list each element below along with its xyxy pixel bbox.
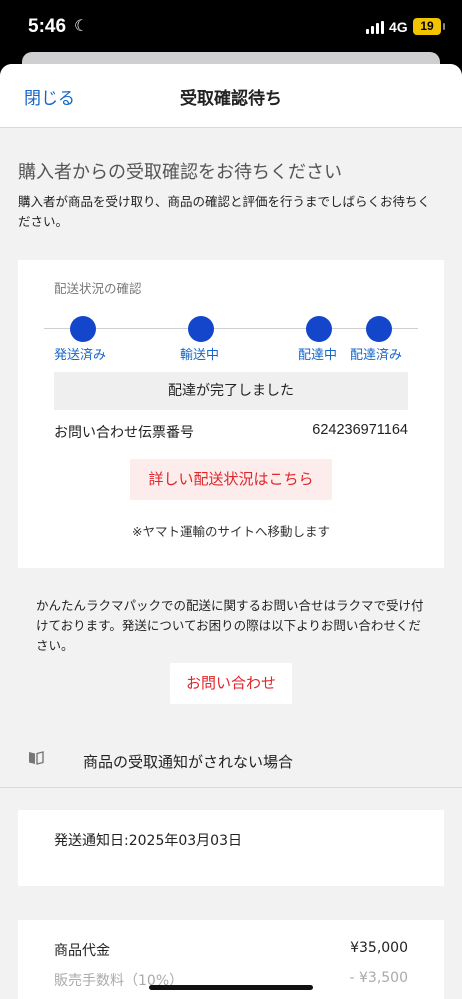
nav-bar: 閉じる 受取確認待ち [0, 64, 462, 128]
moon-icon: ☾ [74, 16, 89, 35]
contact-button[interactable]: お問い合わせ [170, 663, 292, 704]
step-dot-delivered [366, 316, 392, 342]
yamato-note: ※ヤマト運輸のサイトへ移動します [132, 524, 330, 539]
delivery-status-message: 配達が完了しました [54, 372, 408, 410]
page-title: 受取確認待ち [180, 89, 282, 109]
progress-line [44, 328, 418, 329]
status-bar: 5:46 ☾ 4G 19 [0, 0, 462, 58]
receipt-notice-label: 商品の受取通知がされない場合 [83, 753, 294, 771]
home-indicator[interactable] [149, 985, 313, 990]
fee-value: - ¥3,500 [349, 970, 409, 986]
step-label-shipped: 発送済み [54, 348, 107, 363]
battery-icon: 19 [413, 18, 445, 35]
price-label: 商品代金 [54, 943, 110, 959]
waiting-heading: 購入者からの受取確認をお待ちください [18, 162, 342, 183]
price-value: ¥35,000 [350, 940, 408, 956]
waiting-description: 購入者が商品を受け取り、商品の確認と評価を行うまでしばらくお待ちください。 [18, 194, 431, 229]
book-icon [29, 751, 44, 765]
receipt-notice-row[interactable]: 商品の受取通知がされない場合 [0, 734, 462, 788]
delivery-detail-button[interactable]: 詳しい配送状況はこちら [130, 459, 332, 500]
tracking-number: 624236971164 [312, 422, 408, 438]
tracking-number-label: お問い合わせ伝票番号 [54, 425, 194, 441]
delivery-section-label: 配送状況の確認 [54, 281, 142, 296]
network-type: 4G [389, 19, 408, 35]
contact-description: かんたんラクマパックでの配送に関するお問い合せはラクマで受け付けております。発送… [36, 598, 424, 653]
step-dot-in-transit [188, 316, 214, 342]
delivery-status-card: 配送状況の確認 発送済み 輸送中 配達中 配達済み 配達が完了しました お問い合… [18, 260, 444, 568]
step-dot-out-for-delivery [306, 316, 332, 342]
step-label-delivered: 配達済み [350, 348, 403, 363]
modal-sheet: 閉じる 受取確認待ち 購入者からの受取確認をお待ちください 購入者が商品を受け取… [0, 64, 462, 999]
shipping-notification-date: 発送通知日:2025年03月03日 [54, 833, 242, 849]
step-label-in-transit: 輸送中 [180, 348, 220, 363]
step-label-out-for-delivery: 配達中 [298, 348, 338, 363]
price-row-item: 商品代金 ¥35,000 [54, 940, 408, 960]
step-dot-shipped [70, 316, 96, 342]
status-time: 5:46 [28, 16, 67, 37]
signal-icon [366, 21, 384, 34]
shipping-info-card: 発送通知日:2025年03月03日 [18, 810, 444, 886]
